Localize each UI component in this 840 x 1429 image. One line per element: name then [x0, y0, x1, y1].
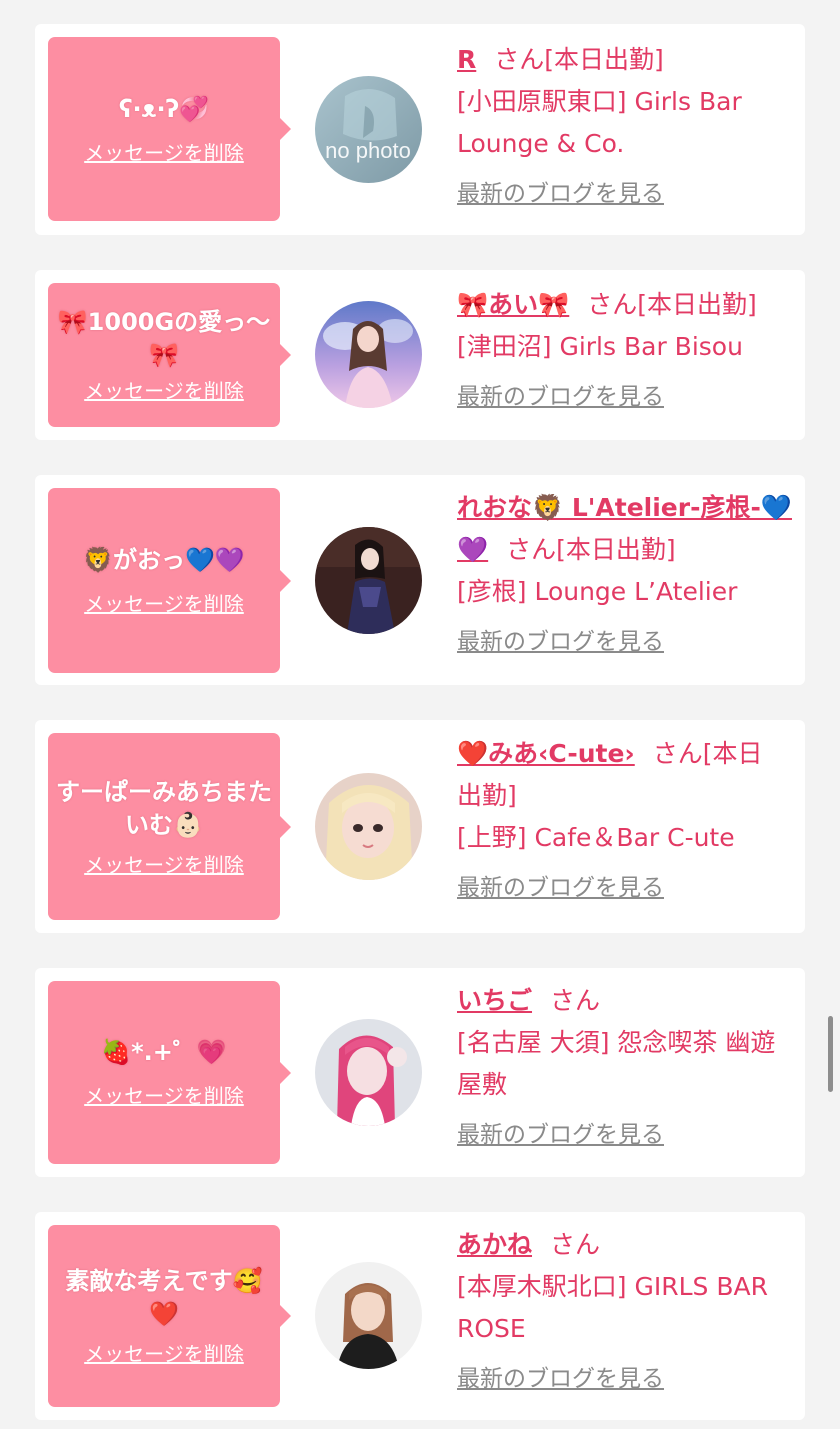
- shop-name: [小田原駅東口] Girls Bar Lounge & Co.: [457, 87, 742, 158]
- cast-name-link[interactable]: ❤️みあ‹C-ute›: [457, 739, 635, 768]
- card-info: れおな🦁 L'Atelier-彦根-💙💜 さん[本日出勤] [彦根] Lounge…: [457, 487, 797, 659]
- honorific: さん: [550, 1230, 601, 1259]
- scrollbar[interactable]: [828, 1016, 833, 1092]
- card-info: いちご さん [名古屋 大須] 怨念喫茶 幽遊屋敷 最新のブログを見る: [457, 980, 787, 1152]
- avatar[interactable]: [315, 773, 422, 880]
- avatar[interactable]: [315, 1262, 422, 1369]
- list-item: 🎀1000Gの愛っ〜🎀 メッセージを削除 🎀あい🎀 さん[本日出勤] [津田沼]…: [35, 270, 805, 440]
- blog-link[interactable]: 最新のブログを見る: [457, 625, 664, 659]
- delete-message-link[interactable]: メッセージを削除: [84, 1341, 244, 1367]
- avatar-placeholder-text: no photo: [325, 138, 411, 163]
- message-text: 🍓*.+゜💗: [101, 1038, 227, 1066]
- message-bubble: 素敵な考えです🥰❤️ メッセージを削除: [48, 1225, 291, 1407]
- delete-message-link[interactable]: メッセージを削除: [84, 591, 244, 617]
- blog-link[interactable]: 最新のブログを見る: [457, 1362, 664, 1396]
- list-item: 🦁がおっ💙💜 メッセージを削除 れおな🦁 L'Atelier-彦根-💙💜 さん[本…: [35, 475, 805, 685]
- honorific: さん: [587, 290, 638, 319]
- list-item: すーぱーみあちまたいむ👶🏻 メッセージを削除 ❤️みあ‹C-ute› さん[本日出…: [35, 720, 805, 933]
- cast-name-link[interactable]: あかね: [457, 1230, 532, 1259]
- shop-name: [名古屋 大須] 怨念喫茶 幽遊屋敷: [457, 1028, 776, 1099]
- blog-link[interactable]: 最新のブログを見る: [457, 177, 664, 211]
- honorific: さん: [494, 45, 545, 74]
- work-status: [本日出勤]: [637, 290, 757, 319]
- delete-message-link[interactable]: メッセージを削除: [84, 1083, 244, 1109]
- honorific: さん: [506, 535, 557, 564]
- message-list: ʕ·ᴥ·ʔ💞 メッセージを削除 no photo R さん[本日出勤] [小田原駅…: [0, 0, 840, 1429]
- list-item: 素敵な考えです🥰❤️ メッセージを削除 あかね さん [本厚木駅北口] GIRLS…: [35, 1212, 805, 1420]
- card-info: ❤️みあ‹C-ute› さん[本日出勤] [上野] Cafe＆Bar C-ute …: [457, 733, 775, 905]
- message-bubble: すーぱーみあちまたいむ👶🏻 メッセージを削除: [48, 733, 291, 920]
- shop-name: [彦根] Lounge L’Atelier: [457, 577, 738, 606]
- message-bubble: ʕ·ᴥ·ʔ💞 メッセージを削除: [48, 37, 291, 221]
- avatar[interactable]: [315, 527, 422, 634]
- cast-name-link[interactable]: 🎀あい🎀: [457, 290, 569, 319]
- delete-message-link[interactable]: メッセージを削除: [84, 378, 244, 404]
- avatar[interactable]: [315, 1019, 422, 1126]
- message-text: 素敵な考えです🥰❤️: [65, 1267, 263, 1328]
- message-text: 🎀1000Gの愛っ〜🎀: [57, 308, 271, 369]
- delete-message-link[interactable]: メッセージを削除: [84, 852, 244, 878]
- blog-link[interactable]: 最新のブログを見る: [457, 1118, 664, 1152]
- work-status: [本日出勤]: [544, 45, 664, 74]
- shop-name: [上野] Cafe＆Bar C-ute: [457, 823, 735, 852]
- delete-message-link[interactable]: メッセージを削除: [84, 140, 244, 166]
- blog-link[interactable]: 最新のブログを見る: [457, 380, 664, 414]
- work-status: [本日出勤]: [556, 535, 676, 564]
- avatar[interactable]: no photo: [315, 76, 422, 183]
- message-bubble: 🦁がおっ💙💜 メッセージを削除: [48, 488, 291, 673]
- message-text: 🦁がおっ💙💜: [83, 546, 245, 574]
- honorific: さん: [550, 986, 601, 1015]
- list-item: ʕ·ᴥ·ʔ💞 メッセージを削除 no photo R さん[本日出勤] [小田原駅…: [35, 24, 805, 235]
- shop-name: [本厚木駅北口] GIRLS BAR ROSE: [457, 1272, 768, 1343]
- message-bubble: 🎀1000Gの愛っ〜🎀 メッセージを削除: [48, 283, 291, 427]
- card-info: 🎀あい🎀 さん[本日出勤] [津田沼] Girls Bar Bisou 最新のブロ…: [457, 284, 802, 414]
- card-info: R さん[本日出勤] [小田原駅東口] Girls Bar Lounge & Co…: [457, 39, 797, 211]
- list-item: 🍓*.+゜💗 メッセージを削除 いちご さん [名古屋 大須] 怨念喫茶 幽遊屋敷…: [35, 968, 805, 1177]
- cast-name-link[interactable]: R: [457, 45, 476, 74]
- cast-name-link[interactable]: いちご: [457, 986, 532, 1015]
- honorific: さん: [652, 739, 703, 768]
- message-text: ʕ·ᴥ·ʔ💞: [118, 94, 210, 123]
- blog-link[interactable]: 最新のブログを見る: [457, 871, 664, 905]
- card-info: あかね さん [本厚木駅北口] GIRLS BAR ROSE 最新のブログを見る: [457, 1224, 797, 1396]
- message-text: すーぱーみあちまたいむ👶🏻: [56, 777, 272, 839]
- shop-name: [津田沼] Girls Bar Bisou: [457, 332, 743, 361]
- message-bubble: 🍓*.+゜💗 メッセージを削除: [48, 981, 291, 1164]
- avatar[interactable]: [315, 301, 422, 408]
